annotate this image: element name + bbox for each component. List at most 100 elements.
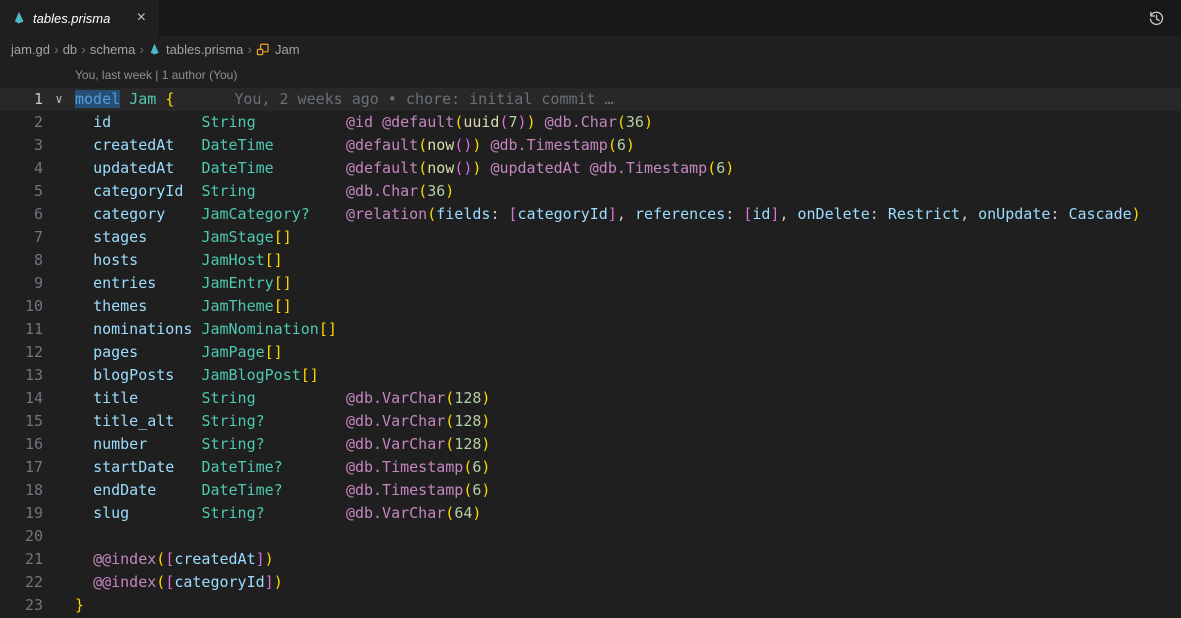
fold-spacer <box>43 111 75 134</box>
token: number <box>93 435 147 453</box>
token: JamTheme <box>201 297 273 315</box>
token: id <box>93 113 111 131</box>
token: ] <box>256 550 265 568</box>
code-text: @@index([categoryId]) <box>75 571 1181 594</box>
code-line[interactable]: 1∨model Jam {You, 2 weeks ago • chore: i… <box>0 88 1181 111</box>
code-text: entries JamEntry[] <box>75 272 1181 295</box>
line-number[interactable]: 17 <box>0 456 43 479</box>
token: ( <box>418 182 427 200</box>
code-line[interactable]: 11 nominations JamNomination[] <box>0 318 1181 341</box>
token: ) <box>1132 205 1141 223</box>
code-line[interactable]: 7 stages JamStage[] <box>0 226 1181 249</box>
token: DateTime <box>201 159 273 177</box>
breadcrumb-item-db[interactable]: db <box>63 42 77 57</box>
line-number[interactable]: 22 <box>0 571 43 594</box>
token: 6 <box>617 136 626 154</box>
code-line[interactable]: 14 title String @db.VarChar(128) <box>0 387 1181 410</box>
token: ) <box>472 504 481 522</box>
token: ( <box>156 573 165 591</box>
line-number[interactable]: 9 <box>0 272 43 295</box>
code-line[interactable]: 13 blogPosts JamBlogPost[] <box>0 364 1181 387</box>
code-line[interactable]: 16 number String? @db.VarChar(128) <box>0 433 1181 456</box>
token: category <box>93 205 165 223</box>
token: now <box>427 159 454 177</box>
code-text: categoryId String @db.Char(36) <box>75 180 1181 203</box>
line-number[interactable]: 12 <box>0 341 43 364</box>
line-number[interactable]: 15 <box>0 410 43 433</box>
fold-spacer <box>43 157 75 180</box>
code-text: slug String? @db.VarChar(64) <box>75 502 1181 525</box>
code-text: themes JamTheme[] <box>75 295 1181 318</box>
code-text <box>75 525 1181 548</box>
token <box>283 481 346 499</box>
line-number[interactable]: 23 <box>0 594 43 617</box>
token: ) <box>481 412 490 430</box>
blame-codelens[interactable]: You, last week | 1 author (You) <box>0 62 1181 88</box>
token <box>147 228 201 246</box>
tab-title: tables.prisma <box>33 11 127 26</box>
code-line[interactable]: 2 id String @id @default(uuid(7)) @db.Ch… <box>0 111 1181 134</box>
code-line[interactable]: 21 @@index([createdAt]) <box>0 548 1181 571</box>
breadcrumb-item-tables-prisma[interactable]: tables.prisma <box>148 42 243 57</box>
token: nominations <box>93 320 192 338</box>
file-history-button[interactable] <box>1144 6 1168 30</box>
token: : <box>870 205 888 223</box>
chevron-right-icon: › <box>81 42 86 56</box>
breadcrumb-item-jam-model[interactable]: Jam <box>256 42 300 57</box>
token: ( <box>499 113 508 131</box>
line-number[interactable]: 11 <box>0 318 43 341</box>
fold-spacer <box>43 502 75 525</box>
line-number[interactable]: 14 <box>0 387 43 410</box>
breadcrumb-item-jam-gd[interactable]: jam.gd <box>11 42 50 57</box>
token <box>75 458 93 476</box>
line-number[interactable]: 5 <box>0 180 43 203</box>
code-line[interactable]: 12 pages JamPage[] <box>0 341 1181 364</box>
code-line[interactable]: 17 startDate DateTime? @db.Timestamp(6) <box>0 456 1181 479</box>
code-line[interactable]: 9 entries JamEntry[] <box>0 272 1181 295</box>
line-number[interactable]: 21 <box>0 548 43 571</box>
line-number[interactable]: 20 <box>0 525 43 548</box>
code-line[interactable]: 20 <box>0 525 1181 548</box>
line-number[interactable]: 16 <box>0 433 43 456</box>
token: @@index <box>93 550 156 568</box>
token: @relation <box>346 205 427 223</box>
code-line[interactable]: 19 slug String? @db.VarChar(64) <box>0 502 1181 525</box>
line-number[interactable]: 10 <box>0 295 43 318</box>
code-line[interactable]: 5 categoryId String @db.Char(36) <box>0 180 1181 203</box>
code-line[interactable]: 23} <box>0 594 1181 617</box>
code-line[interactable]: 15 title_alt String? @db.VarChar(128) <box>0 410 1181 433</box>
line-number[interactable]: 4 <box>0 157 43 180</box>
token: ) <box>274 573 283 591</box>
code-line[interactable]: 4 updatedAt DateTime @default(now()) @up… <box>0 157 1181 180</box>
code-line[interactable]: 6 category JamCategory? @relation(fields… <box>0 203 1181 226</box>
line-number[interactable]: 7 <box>0 226 43 249</box>
line-number[interactable]: 19 <box>0 502 43 525</box>
line-number[interactable]: 8 <box>0 249 43 272</box>
code-line[interactable]: 22 @@index([categoryId]) <box>0 571 1181 594</box>
line-number[interactable]: 2 <box>0 111 43 134</box>
code-line[interactable]: 18 endDate DateTime? @db.Timestamp(6) <box>0 479 1181 502</box>
token: DateTime <box>201 136 273 154</box>
line-number[interactable]: 13 <box>0 364 43 387</box>
code-line[interactable]: 8 hosts JamHost[] <box>0 249 1181 272</box>
token: [] <box>301 366 319 384</box>
line-number[interactable]: 1 <box>0 88 43 111</box>
line-number[interactable]: 6 <box>0 203 43 226</box>
token: { <box>165 90 174 108</box>
code-line[interactable]: 10 themes JamTheme[] <box>0 295 1181 318</box>
code-line[interactable]: 3 createdAt DateTime @default(now()) @db… <box>0 134 1181 157</box>
token: : <box>490 205 508 223</box>
fold-spacer <box>43 456 75 479</box>
token: ( <box>617 113 626 131</box>
breadcrumb-item-schema[interactable]: schema <box>90 42 136 57</box>
code-text: @@index([createdAt]) <box>75 548 1181 571</box>
token: DateTime? <box>201 481 282 499</box>
token: @db.VarChar <box>346 412 445 430</box>
breadcrumb: jam.gd › db › schema › tables.prisma › J… <box>0 36 1181 62</box>
line-number[interactable]: 18 <box>0 479 43 502</box>
token: ) <box>725 159 734 177</box>
tab-tables-prisma[interactable]: tables.prisma × <box>0 0 158 36</box>
line-number[interactable]: 3 <box>0 134 43 157</box>
fold-chevron-icon[interactable]: ∨ <box>43 88 75 111</box>
tab-close-icon[interactable]: × <box>134 9 149 27</box>
